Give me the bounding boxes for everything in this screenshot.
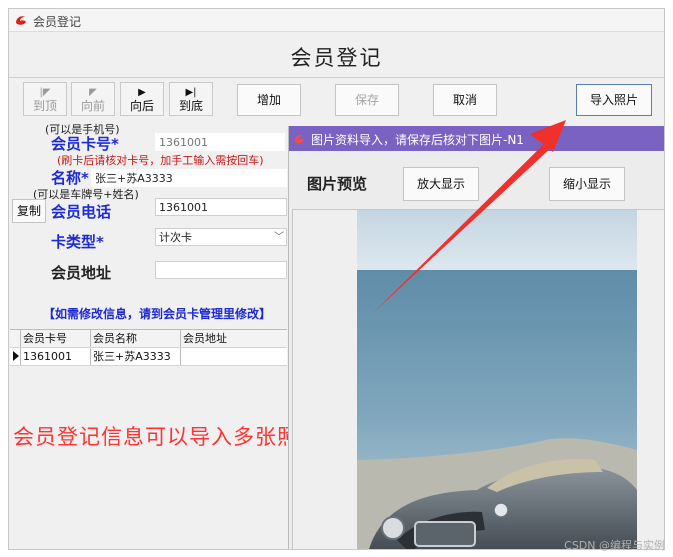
card-type-label: 卡类型* (51, 233, 104, 251)
photo-window-titlebar: 图片资料导入，请保存后核对下图片-N1 (289, 126, 664, 151)
photo-import-window: 图片资料导入，请保存后核对下图片-N1 图片预览 放大显示 缩小显示 (288, 126, 664, 549)
watermark: CSDN @编程与实例 (564, 539, 665, 552)
save-button[interactable]: 保存 (335, 84, 399, 116)
app-logo-icon (294, 134, 305, 144)
preview-label: 图片预览 (307, 175, 368, 193)
phone-label: 会员电话 (51, 203, 112, 221)
photo-preview-frame[interactable] (292, 209, 664, 549)
row-pointer-icon (13, 351, 19, 361)
prev-icon: ◤ (89, 87, 97, 98)
grid-cell-address (180, 348, 287, 365)
grid-header: 会员卡号 会员名称 会员地址 (10, 329, 287, 348)
grid-col-name[interactable]: 会员名称 (90, 330, 180, 347)
name-input[interactable]: 张三+苏A3333 (91, 169, 287, 187)
app-logo-icon (16, 16, 26, 25)
phone-input[interactable]: 1361001 (155, 198, 287, 216)
skip-first-icon: |◤ (39, 87, 51, 98)
window-title: 会员登记 (33, 15, 82, 29)
nav-prev-button[interactable]: ◤ 向前 (71, 82, 115, 116)
skip-last-icon: ▶| (185, 87, 197, 98)
card-type-select[interactable]: 计次卡 ﹀ (155, 228, 287, 246)
copy-button[interactable]: 复制 (12, 199, 46, 223)
zoom-in-button[interactable]: 放大显示 (403, 167, 479, 201)
nav-last-label: 到底 (178, 99, 203, 113)
nav-first-label: 到顶 (32, 99, 57, 113)
card-number-input[interactable]: 1361001 (155, 133, 285, 151)
card-number-label: 会员卡号* (51, 135, 119, 153)
grid-col-address[interactable]: 会员地址 (180, 330, 287, 347)
form-title: 会员登记 (290, 46, 383, 70)
edit-warning: 【如需修改信息，请到会员卡管理里修改】 (43, 307, 272, 321)
photo-window-title: 图片资料导入，请保存后核对下图片-N1 (311, 133, 524, 147)
nav-next-button[interactable]: ▶ 向后 (120, 82, 164, 116)
card-note: (刷卡后请核对卡号，加手工输入需按回车) (57, 154, 264, 167)
grid-cell-card: 1361001 (20, 348, 90, 365)
address-label: 会员地址 (51, 264, 112, 282)
grid-cell-name: 张三+苏A3333 (90, 348, 180, 365)
titlebar: 会员登记 (9, 9, 664, 32)
nav-next-label: 向后 (129, 99, 154, 113)
member-grid: 会员卡号 会员名称 会员地址 1361001 张三+苏A3333 (10, 329, 287, 366)
name-hint: (可以是车牌号+姓名) (33, 188, 139, 201)
card-type-value: 计次卡 (159, 231, 192, 244)
cancel-button[interactable]: 取消 (433, 84, 497, 116)
name-label: 名称* (51, 169, 89, 187)
nav-last-button[interactable]: ▶| 到底 (169, 82, 213, 116)
annotation-caption: 会员登记信息可以导入多张照片 (13, 425, 321, 449)
table-row[interactable]: 1361001 张三+苏A3333 (10, 348, 287, 366)
address-input[interactable] (155, 261, 287, 279)
nav-prev-label: 向前 (80, 99, 105, 113)
import-photo-button[interactable]: 导入照片 (576, 84, 652, 116)
title-divider (9, 77, 664, 78)
nav-first-button[interactable]: |◤ 到顶 (23, 82, 67, 116)
car-photo (357, 210, 637, 549)
main-window: 会员登记 会员登记 |◤ 到顶 ◤ 向前 ▶ 向后 ▶| 到底 增加 保存 取消… (8, 8, 665, 550)
grid-col-card[interactable]: 会员卡号 (20, 330, 90, 347)
chevron-down-icon: ﹀ (274, 232, 284, 243)
add-button[interactable]: 增加 (237, 84, 301, 116)
play-next-icon: ▶ (138, 87, 146, 98)
zoom-out-button[interactable]: 缩小显示 (549, 167, 625, 201)
